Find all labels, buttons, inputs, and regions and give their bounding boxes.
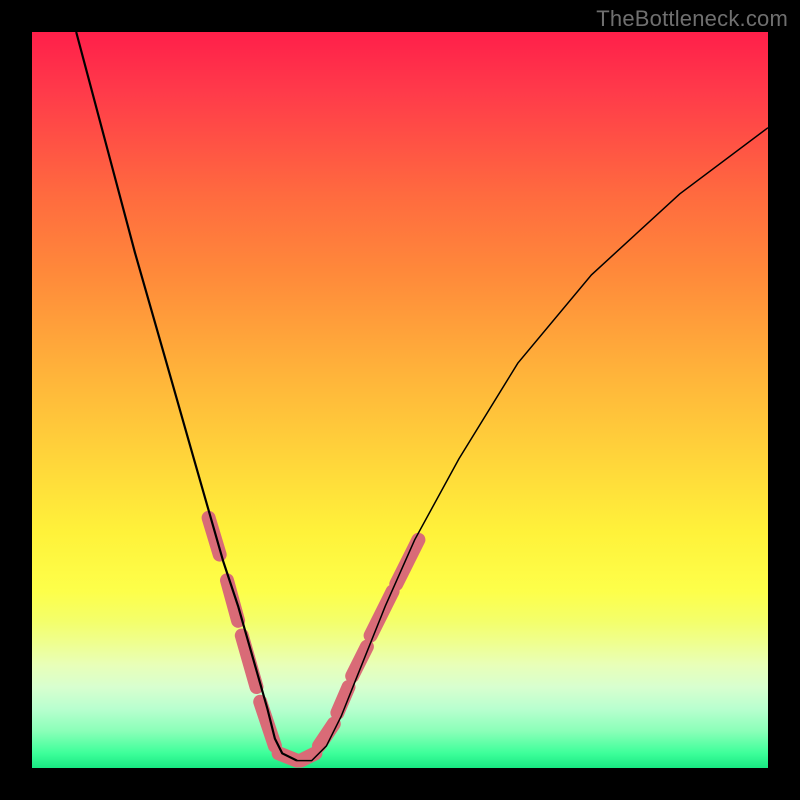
bottleneck-curve-left	[76, 32, 297, 761]
watermark-text: TheBottleneck.com	[596, 6, 788, 32]
curve-marker	[337, 687, 348, 713]
marker-group	[209, 518, 419, 761]
plot-area	[32, 32, 768, 768]
curve-marker	[209, 518, 220, 555]
bottleneck-curve-right	[297, 128, 768, 761]
curve-marker	[396, 540, 418, 584]
chart-frame: TheBottleneck.com	[0, 0, 800, 800]
curve-svg	[32, 32, 768, 768]
